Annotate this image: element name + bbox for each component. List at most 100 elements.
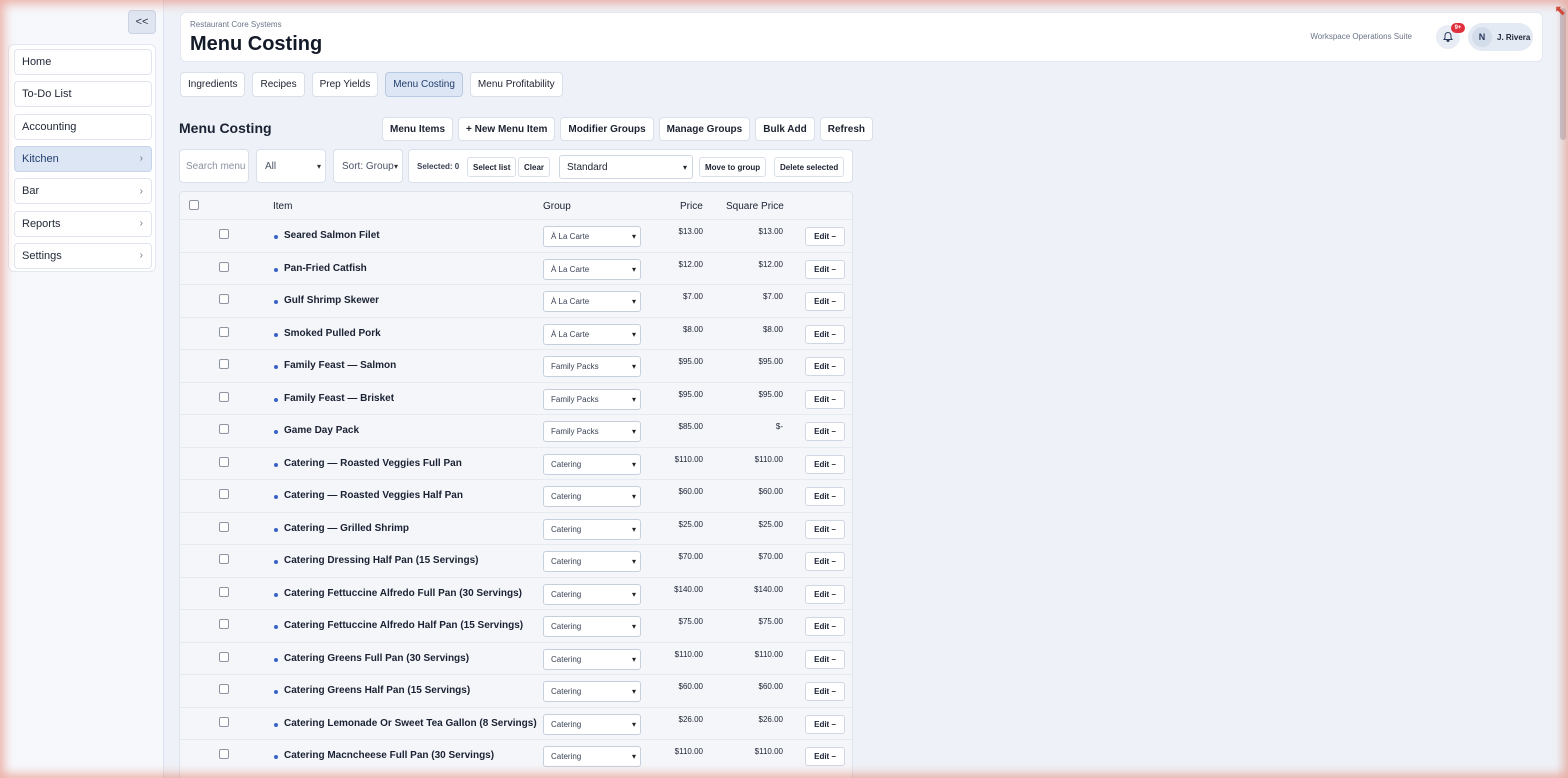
edit-button[interactable]: Edit –	[805, 454, 845, 474]
group-select[interactable]: Family Packs ▾	[543, 421, 641, 442]
row-checkbox[interactable]	[219, 716, 229, 727]
user-menu[interactable]: N J. Rivera	[1468, 23, 1533, 51]
tab-ingredients[interactable]: Ingredients	[180, 72, 246, 97]
sort-select[interactable]: Sort: Group ▾	[333, 149, 403, 183]
group-select[interactable]: Family Packs ▾	[543, 388, 641, 410]
group-select[interactable]: À La Carte ▾	[543, 258, 641, 280]
sidebar-item-home[interactable]: Home	[14, 49, 152, 75]
select-all-checkbox[interactable]	[189, 200, 199, 210]
org-subtitle: Restaurant Core Systems	[190, 20, 282, 29]
sidebar-item-reports[interactable]: Reports ›	[14, 210, 152, 237]
edit-button[interactable]: Edit –	[805, 714, 845, 734]
tab-recipes[interactable]: Recipes	[252, 72, 305, 97]
edit-button[interactable]: Edit –	[805, 552, 845, 571]
refresh-button[interactable]: Refresh	[819, 117, 873, 141]
edit-button[interactable]: Edit –	[805, 324, 845, 344]
group-select[interactable]: À La Carte ▾	[543, 323, 641, 345]
group-select[interactable]: Catering ▾	[543, 616, 641, 637]
sidebar-item-settings[interactable]: Settings ›	[14, 242, 152, 269]
row-checkbox[interactable]	[219, 619, 229, 629]
item-square-price: $60.00	[758, 682, 783, 691]
search-input[interactable]: Search menu	[179, 149, 249, 183]
edit-button[interactable]: Edit –	[805, 584, 845, 604]
edit-button[interactable]: Edit –	[805, 357, 845, 376]
status-dot	[274, 430, 278, 434]
row-checkbox[interactable]	[219, 489, 229, 499]
modifier-groups-button[interactable]: Modifier Groups	[560, 117, 654, 141]
page-scrollbar[interactable]	[1558, 0, 1568, 778]
row-checkbox[interactable]	[219, 229, 229, 239]
row-checkbox[interactable]	[219, 359, 229, 369]
table-header: Item Group Price Square Price	[180, 192, 852, 219]
move-to-group-button[interactable]: Move to group	[699, 157, 767, 177]
item-price: $13.00	[678, 227, 703, 236]
row-checkbox[interactable]	[219, 326, 229, 337]
table-row: Catering — Roasted Veggies Half Pan Cater…	[180, 479, 852, 512]
row-checkbox[interactable]	[219, 391, 229, 402]
menu-items-button[interactable]: Menu Items	[382, 117, 454, 141]
new-menu-item-button[interactable]: + New Menu Item	[458, 117, 556, 141]
item-price: $60.00	[678, 682, 703, 691]
bulk-add-button[interactable]: Bulk Add	[755, 117, 815, 141]
filter-select[interactable]: All ▾	[256, 149, 326, 183]
row-checkbox[interactable]	[219, 294, 229, 304]
status-dot	[274, 365, 278, 369]
row-checkbox[interactable]	[219, 261, 229, 272]
module-tabs: Ingredients Recipes Prep Yields Menu Costin…	[180, 72, 563, 97]
edit-button[interactable]: Edit –	[805, 747, 845, 766]
edit-button[interactable]: Edit –	[805, 259, 845, 279]
sidebar-item-accounting[interactable]: Accounting	[14, 113, 152, 140]
delete-selected-button[interactable]: Delete selected	[774, 157, 845, 177]
tab-prep-yields[interactable]: Prep Yields	[311, 72, 379, 97]
row-checkbox[interactable]	[219, 749, 229, 759]
row-checkbox[interactable]	[219, 424, 229, 434]
edit-button[interactable]: Edit –	[805, 292, 845, 311]
sidebar-item-to-do-list[interactable]: To-Do List	[14, 81, 152, 108]
row-checkbox[interactable]	[219, 554, 229, 564]
row-checkbox[interactable]	[219, 456, 229, 467]
group-select[interactable]: Catering ▾	[543, 486, 641, 507]
select-list-button[interactable]: Select list	[467, 157, 517, 177]
item-square-price: $26.00	[758, 714, 783, 724]
row-checkbox[interactable]	[219, 521, 229, 532]
group-select[interactable]: Catering ▾	[543, 453, 641, 475]
edit-button[interactable]: Edit –	[805, 617, 845, 636]
group-select[interactable]: Catering ▾	[543, 583, 641, 605]
group-select-value: Catering	[551, 459, 582, 469]
group-select[interactable]: À La Carte ▾	[543, 291, 641, 312]
manage-groups-button[interactable]: Manage Groups	[658, 117, 751, 141]
clear-button[interactable]: Clear	[518, 157, 551, 177]
tab-menu-profitability[interactable]: Menu Profitability	[469, 72, 563, 97]
chevron-down-icon: ▾	[316, 161, 321, 171]
item-name: Catering Lemonade Or Sweet Tea Gallon (8…	[284, 717, 537, 729]
item-square-price: $70.00	[758, 552, 783, 561]
group-select[interactable]: Catering ▾	[543, 648, 641, 670]
sidebar-item-kitchen[interactable]: Kitchen ›	[14, 145, 152, 172]
tab-menu-costing[interactable]: Menu Costing	[385, 72, 463, 97]
group-select[interactable]: Catering ▾	[543, 518, 641, 540]
group-select[interactable]: Catering ▾	[543, 746, 641, 767]
column-header-price: Price	[680, 201, 703, 212]
sidebar-collapse-button[interactable]: <<	[128, 10, 156, 34]
edit-button[interactable]: Edit –	[805, 649, 845, 669]
row-checkbox[interactable]	[219, 684, 229, 694]
edit-button[interactable]: Edit –	[805, 519, 845, 539]
group-select-value: Catering	[551, 557, 582, 566]
sidebar-item-bar[interactable]: Bar ›	[14, 178, 152, 205]
scrollbar-thumb[interactable]	[1560, 8, 1566, 140]
edit-button[interactable]: Edit –	[805, 422, 845, 441]
edit-button[interactable]: Edit –	[805, 682, 845, 701]
mode-select[interactable]: Standard ▾	[559, 155, 693, 179]
status-dot	[274, 755, 278, 759]
edit-button[interactable]: Edit –	[805, 227, 845, 246]
group-select[interactable]: Catering ▾	[543, 551, 641, 572]
edit-button[interactable]: Edit –	[805, 487, 845, 506]
group-select[interactable]: Family Packs ▾	[543, 356, 641, 377]
group-select[interactable]: Catering ▾	[543, 713, 641, 735]
row-checkbox[interactable]	[219, 651, 229, 662]
row-checkbox[interactable]	[219, 586, 229, 597]
edit-button[interactable]: Edit –	[805, 389, 845, 409]
group-select[interactable]: Catering ▾	[543, 681, 641, 702]
group-select[interactable]: À La Carte ▾	[543, 226, 641, 247]
item-price: $8.00	[682, 324, 703, 334]
